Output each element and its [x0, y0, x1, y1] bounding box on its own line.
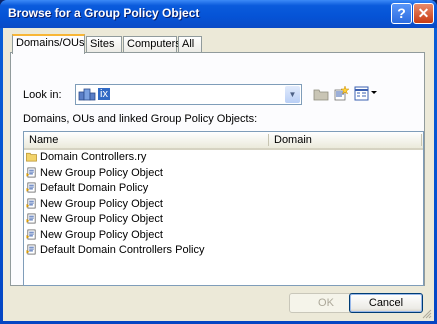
gpo-icon	[26, 213, 36, 224]
list-item-label: New Group Policy Object	[40, 228, 163, 241]
gpo-icon	[26, 198, 36, 208]
list-item-label: New Group Policy Object	[40, 213, 163, 225]
view-menu-icon[interactable]	[354, 86, 369, 101]
column-separator[interactable]	[268, 134, 269, 146]
list-item[interactable]: Default Domain Policy	[24, 181, 423, 196]
gpo-icon	[26, 244, 36, 255]
list-header: Name Domain	[24, 132, 423, 150]
tab-panel: Look in: ix ▼ Domains, OUs and linked Gr…	[10, 52, 425, 286]
tab-all[interactable]: All	[178, 36, 202, 52]
toolbar	[313, 85, 383, 103]
list-item-label: Default Domain Controllers Policy	[40, 244, 205, 256]
dropdown-arrow-icon[interactable]	[371, 91, 378, 96]
new-gpo-icon[interactable]	[332, 85, 349, 102]
list-item[interactable]: Domain Controllers.ry	[24, 150, 423, 165]
list-item[interactable]: Default Domain Controllers Policy	[24, 243, 423, 258]
folder-icon	[26, 152, 37, 162]
resize-grip-icon[interactable]	[421, 308, 432, 319]
tab-domains-ous[interactable]: Domains/OUs	[12, 34, 85, 54]
dialog-body: Domains/OUs Sites Computers All Look in:…	[3, 28, 434, 321]
tab-computers[interactable]: Computers	[123, 36, 181, 52]
chevron-down-icon[interactable]: ▼	[285, 86, 300, 103]
list-item-label: Domain Controllers.ry	[40, 151, 147, 163]
gpo-icon	[26, 229, 36, 239]
column-header-domain[interactable]: Domain	[274, 134, 312, 146]
gpo-icon	[26, 167, 36, 177]
list-item[interactable]: New Group Policy Object	[24, 166, 423, 181]
list-item[interactable]: New Group Policy Object	[24, 228, 423, 243]
look-in-dropdown[interactable]: ix ▼	[75, 84, 302, 105]
domain-icon	[78, 88, 96, 101]
title-bar[interactable]: Browse for a Group Policy Object ? ✕	[0, 0, 437, 28]
column-separator[interactable]	[421, 134, 422, 146]
look-in-value: ix	[98, 88, 110, 100]
dialog-window: Browse for a Group Policy Object ? ✕ Dom…	[0, 0, 437, 324]
tab-sites[interactable]: Sites	[86, 36, 122, 52]
list-item[interactable]: New Group Policy Object	[24, 197, 423, 212]
list-item-label: New Group Policy Object	[40, 197, 163, 210]
gpo-icon	[26, 182, 36, 193]
list-item-label: New Group Policy Object	[40, 166, 163, 179]
close-button[interactable]: ✕	[413, 3, 434, 24]
cancel-button[interactable]: Cancel	[349, 293, 423, 313]
look-in-label: Look in:	[23, 89, 62, 101]
list-label: Domains, OUs and linked Group Policy Obj…	[23, 113, 258, 125]
column-header-name[interactable]: Name	[29, 134, 58, 146]
window-title: Browse for a Group Policy Object	[8, 6, 200, 20]
list-item-label: Default Domain Policy	[40, 182, 149, 194]
help-button[interactable]: ?	[391, 3, 412, 24]
up-folder-icon[interactable]	[313, 86, 329, 101]
list-item[interactable]: New Group Policy Object	[24, 212, 423, 227]
gpo-list[interactable]: Name Domain Domain Controllers.ry New Gro…	[23, 131, 424, 286]
